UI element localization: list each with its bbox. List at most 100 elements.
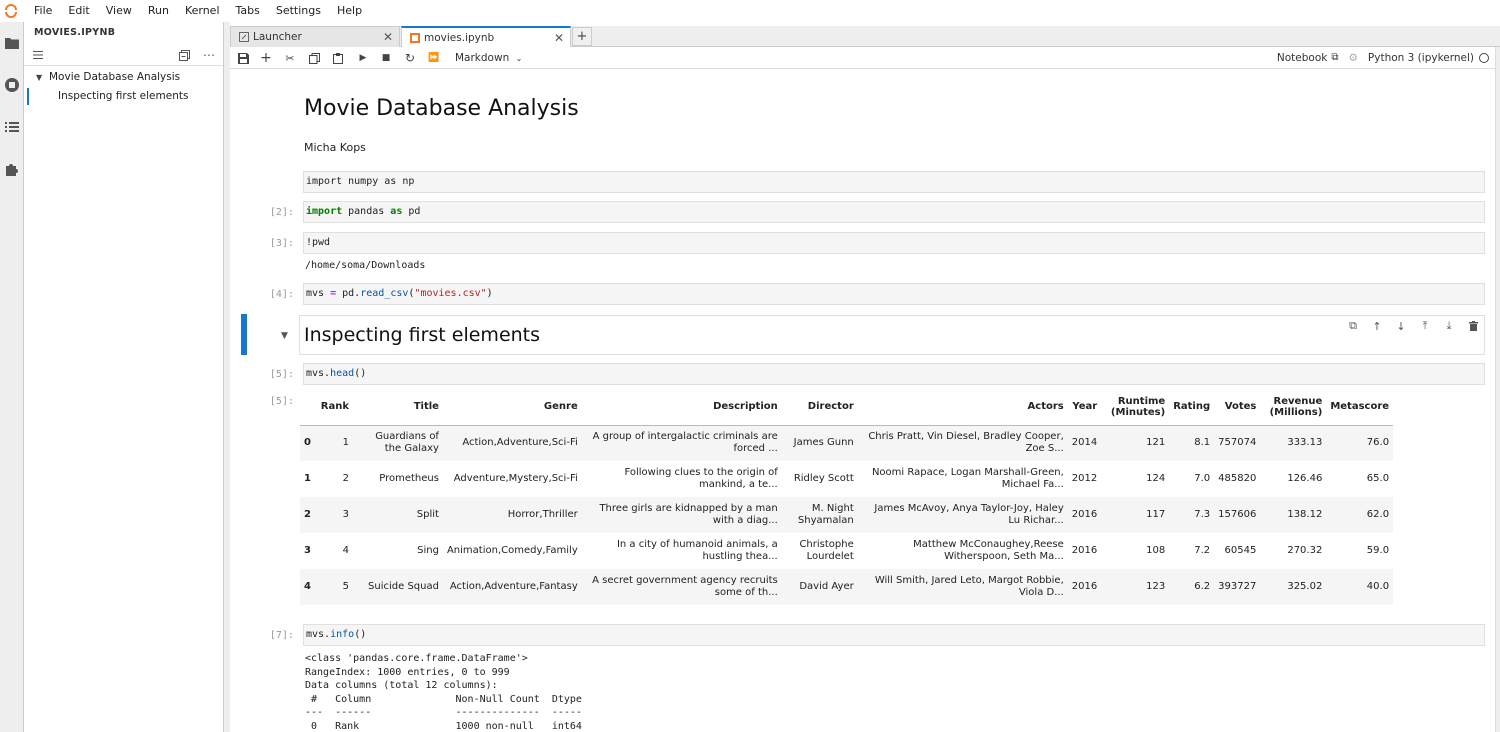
cell-prompt: [4]:	[230, 289, 294, 300]
menu-help[interactable]: Help	[329, 0, 370, 22]
code-token: !pwd	[306, 237, 330, 248]
stop-icon[interactable]: ■	[378, 50, 394, 66]
table-cell: 59.0	[1326, 533, 1393, 569]
folder-icon[interactable]	[3, 34, 21, 52]
numbering-icon[interactable]	[30, 47, 46, 63]
menu-edit[interactable]: Edit	[60, 0, 97, 22]
table-cell: Prometheus	[353, 461, 443, 497]
new-tab-button[interactable]: +	[572, 27, 592, 46]
table-cell: 8.1	[1169, 425, 1214, 461]
tab-movies-ipynb[interactable]: movies.ipynb ✕	[401, 26, 571, 48]
table-cell: 7.3	[1169, 497, 1214, 533]
column-header: Genre	[443, 389, 582, 425]
table-of-contents-icon[interactable]	[3, 118, 21, 136]
info-output: <class 'pandas.core.frame.DataFrame'> Ra…	[305, 652, 594, 732]
menu-settings[interactable]: Settings	[268, 0, 329, 22]
code-cell-pwd[interactable]: !pwd	[303, 232, 1485, 254]
close-icon[interactable]: ✕	[554, 31, 564, 45]
cell-prompt: [5]:	[230, 369, 294, 380]
code-cell-head[interactable]: mvs.head()	[303, 363, 1485, 385]
table-header-row: RankTitleGenreDescriptionDirectorActorsY…	[300, 389, 1393, 425]
paste-icon[interactable]	[330, 50, 346, 66]
activity-bar	[0, 22, 24, 732]
menu-kernel[interactable]: Kernel	[177, 0, 228, 22]
table-cell: M. Night Shyamalan	[782, 497, 858, 533]
menu-items: FileEditViewRunKernelTabsSettingsHelp	[26, 0, 370, 22]
menu-view[interactable]: View	[98, 0, 140, 22]
cell-type-select[interactable]: Markdown ⌄	[455, 50, 522, 67]
tab-bar: Launcher ✕ movies.ipynb ✕ +	[230, 26, 1500, 47]
table-cell: 485820	[1214, 461, 1260, 497]
code-cell-info[interactable]: mvs.info()	[303, 624, 1485, 646]
cell-prompt: [2]:	[230, 207, 294, 218]
notebook-mode-button[interactable]: Notebook	[1277, 50, 1327, 66]
column-header: Revenue (Millions)	[1260, 389, 1326, 425]
cut-icon[interactable]: ✂	[282, 50, 298, 66]
insert-above-icon[interactable]: ⤒	[1417, 318, 1433, 334]
move-up-icon[interactable]: ↑	[1369, 318, 1385, 334]
code-token: mvs	[306, 288, 330, 299]
code-cell-read-csv[interactable]: mvs = pd.read_csv("movies.csv")	[303, 283, 1485, 305]
menu-tabs[interactable]: Tabs	[228, 0, 268, 22]
row-index: 2	[300, 497, 315, 533]
table-cell: 270.32	[1260, 533, 1326, 569]
running-kernels-icon[interactable]	[3, 76, 21, 94]
table-cell: Horror,Thriller	[443, 497, 582, 533]
tab-launcher[interactable]: Launcher ✕	[230, 26, 400, 47]
toc-panel: MOVIES.IPYNB ⋯ ▼ Movie Database Analysis…	[24, 22, 224, 732]
table-row: 34SingAnimation,Comedy,FamilyIn a city o…	[300, 533, 1393, 569]
toc-item-movie-database-analysis[interactable]: ▼ Movie Database Analysis	[24, 68, 223, 87]
menu-run[interactable]: Run	[140, 0, 177, 22]
save-icon[interactable]	[235, 50, 251, 66]
copy-icon[interactable]	[306, 50, 322, 66]
add-cell-icon[interactable]: +	[258, 50, 274, 66]
cell-type-value: Markdown	[455, 52, 509, 64]
toc-toolbar: ⋯	[24, 44, 223, 66]
table-cell: 393727	[1214, 569, 1260, 605]
code-token: head	[330, 368, 354, 379]
table-cell: 60545	[1214, 533, 1260, 569]
column-header	[300, 389, 315, 425]
table-cell: Will Smith, Jared Leto, Margot Robbie, V…	[858, 569, 1068, 605]
run-icon[interactable]: ▶	[355, 50, 371, 66]
column-header: Votes	[1214, 389, 1260, 425]
delete-cell-icon[interactable]	[1465, 318, 1481, 334]
table-cell: 76.0	[1326, 425, 1393, 461]
more-options-icon[interactable]: ⋯	[201, 47, 217, 63]
code-cell-import-pandas[interactable]: import pandas as pd	[303, 201, 1485, 223]
menu-file[interactable]: File	[26, 0, 60, 22]
table-cell: Christophe Lourdelet	[782, 533, 858, 569]
duplicate-cell-icon[interactable]: ⧉	[1345, 318, 1361, 334]
scrollbar[interactable]	[1495, 47, 1500, 732]
table-cell: 1	[315, 425, 353, 461]
toc-item-label: Movie Database Analysis	[49, 71, 180, 83]
table-cell: 2012	[1068, 461, 1101, 497]
code-token: as	[390, 206, 402, 217]
column-header: Rating	[1169, 389, 1214, 425]
menu-bar: FileEditViewRunKernelTabsSettingsHelp	[0, 0, 1500, 22]
close-icon[interactable]: ✕	[383, 30, 393, 44]
code-token: mvs.	[306, 368, 330, 379]
collapse-all-icon[interactable]	[176, 47, 192, 63]
table-cell: Three girls are kidnapped by a man with …	[582, 497, 782, 533]
insert-below-icon[interactable]: ⤓	[1441, 318, 1457, 334]
kernel-name[interactable]: Python 3 (ipykernel)	[1368, 50, 1474, 66]
toc-active-indicator	[27, 88, 29, 105]
column-header: Actors	[858, 389, 1068, 425]
caret-down-icon[interactable]: ▼	[281, 331, 288, 341]
code-cell-import-numpy[interactable]: import numpy as np	[303, 171, 1485, 193]
row-index: 0	[300, 425, 315, 461]
toc-item-inspecting-first-elements[interactable]: Inspecting first elements	[24, 87, 223, 106]
table-cell: 2016	[1068, 497, 1101, 533]
fast-forward-icon[interactable]: ⏩	[426, 50, 442, 66]
extension-puzzle-icon[interactable]	[3, 160, 21, 178]
caret-down-icon[interactable]: ▼	[36, 68, 42, 87]
column-header: Year	[1068, 389, 1101, 425]
table-cell: James McAvoy, Anya Taylor-Joy, Haley Lu …	[858, 497, 1068, 533]
move-down-icon[interactable]: ↓	[1393, 318, 1409, 334]
restart-icon[interactable]: ↻	[402, 50, 418, 66]
cell-toolbar: ⧉ ↑ ↓ ⤒ ⤓	[1345, 318, 1481, 334]
launcher-icon	[238, 32, 249, 43]
table-cell: 325.02	[1260, 569, 1326, 605]
table-cell: Adventure,Mystery,Sci-Fi	[443, 461, 582, 497]
